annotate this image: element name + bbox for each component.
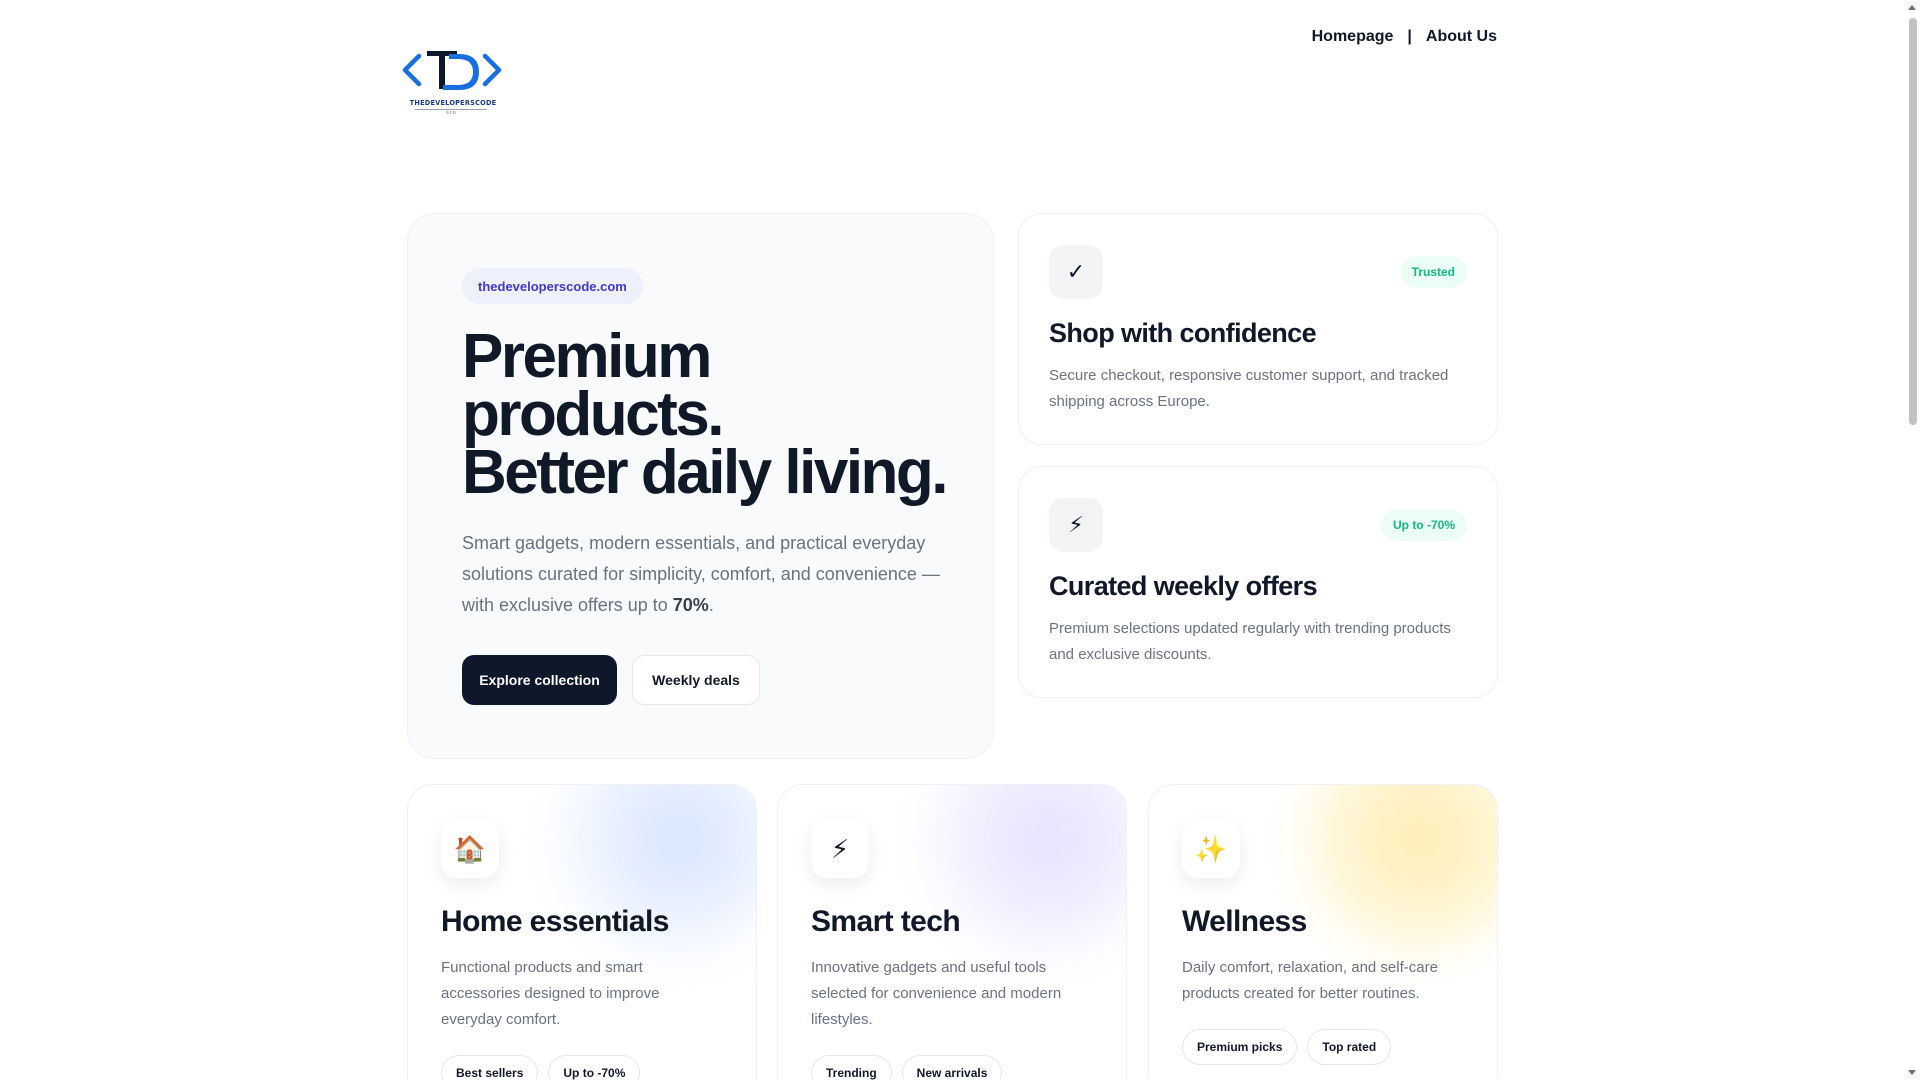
hero-title: Premium products. Better daily living. [462, 326, 982, 504]
tag-premium-picks[interactable]: Premium picks [1182, 1029, 1298, 1065]
hero-title-line: Better daily living. [462, 438, 949, 507]
lightning-icon: ⚡ [811, 820, 869, 878]
house-icon: 🏠 [441, 820, 499, 878]
brand-logo[interactable]: THEDEVELOPERSCODE s.r.o [399, 44, 505, 116]
category-title: Wellness [1182, 905, 1307, 938]
scroll-thumb[interactable] [1909, 18, 1917, 425]
feature-description: Premium selections updated regularly wit… [1049, 620, 1451, 663]
logo-mark-icon [402, 51, 502, 90]
explore-collection-button[interactable]: Explore collection [462, 655, 617, 705]
feature-card-confidence: ✓ Trusted Shop with confidence Secure ch… [1018, 213, 1498, 445]
tag-trending[interactable]: Trending [811, 1055, 892, 1080]
discount-badge: Up to -70% [1380, 509, 1467, 541]
feature-title: Curated weekly offers [1049, 571, 1318, 601]
trusted-badge: Trusted [1399, 256, 1467, 288]
category-description: Functional products and smart accessorie… [441, 959, 660, 1028]
page: THEDEVELOPERSCODE s.r.o Homepage | About… [0, 0, 1920, 1080]
nav-separator: | [1407, 28, 1412, 45]
nav-homepage-link[interactable]: Homepage [1312, 28, 1394, 46]
vertical-scrollbar[interactable] [1905, 0, 1920, 1080]
hero-description-end: . [708, 595, 714, 615]
category-card-tech[interactable]: ⚡ Smart tech Innovative gadgets and usef… [777, 784, 1127, 1080]
category-title: Smart tech [811, 905, 961, 938]
category-title: Home essentials [441, 905, 669, 938]
nav-about-link[interactable]: About Us [1426, 28, 1497, 46]
tag-top-rated[interactable]: Top rated [1307, 1029, 1392, 1065]
category-tags: Trending New arrivals [811, 1055, 1003, 1080]
lightning-icon: ⚡ [1049, 498, 1103, 552]
hero-description: Smart gadgets, modern essentials, and pr… [462, 528, 942, 621]
weekly-deals-button[interactable]: Weekly deals [632, 655, 760, 705]
hero-card: thedeveloperscode.com Premium products. … [407, 213, 994, 759]
sparkles-icon: ✨ [1182, 820, 1240, 878]
logo-tagline: s.r.o [446, 110, 456, 116]
tag-discount[interactable]: Up to -70% [548, 1055, 641, 1080]
logo-wordmark: THEDEVELOPERSCODE [409, 99, 497, 107]
hero-description-highlight: 70% [672, 595, 709, 615]
scroll-down-arrow-icon[interactable] [1908, 1070, 1916, 1075]
domain-badge: thedeveloperscode.com [462, 268, 643, 304]
scroll-up-arrow-icon[interactable] [1908, 5, 1916, 10]
category-card-wellness[interactable]: ✨ Wellness Daily comfort, relaxation, an… [1148, 784, 1498, 1080]
category-card-home[interactable]: 🏠 Home essentials Functional products an… [407, 784, 757, 1080]
category-tags: Best sellers Up to -70% [441, 1055, 641, 1080]
category-description: Daily comfort, relaxation, and self-care… [1182, 959, 1438, 1002]
top-nav: Homepage | About Us [1312, 28, 1497, 46]
category-description: Innovative gadgets and useful tools sele… [811, 959, 1062, 1028]
feature-card-offers: ⚡ Up to -70% Curated weekly offers Premi… [1018, 466, 1498, 698]
checkmark-icon: ✓ [1049, 245, 1103, 299]
tag-best-sellers[interactable]: Best sellers [441, 1055, 539, 1080]
card-glow [1277, 785, 1497, 965]
feature-title: Shop with confidence [1049, 318, 1317, 348]
category-tags: Premium picks Top rated [1182, 1029, 1392, 1065]
tag-new-arrivals[interactable]: New arrivals [901, 1055, 1003, 1080]
feature-description: Secure checkout, responsive customer sup… [1049, 367, 1449, 410]
